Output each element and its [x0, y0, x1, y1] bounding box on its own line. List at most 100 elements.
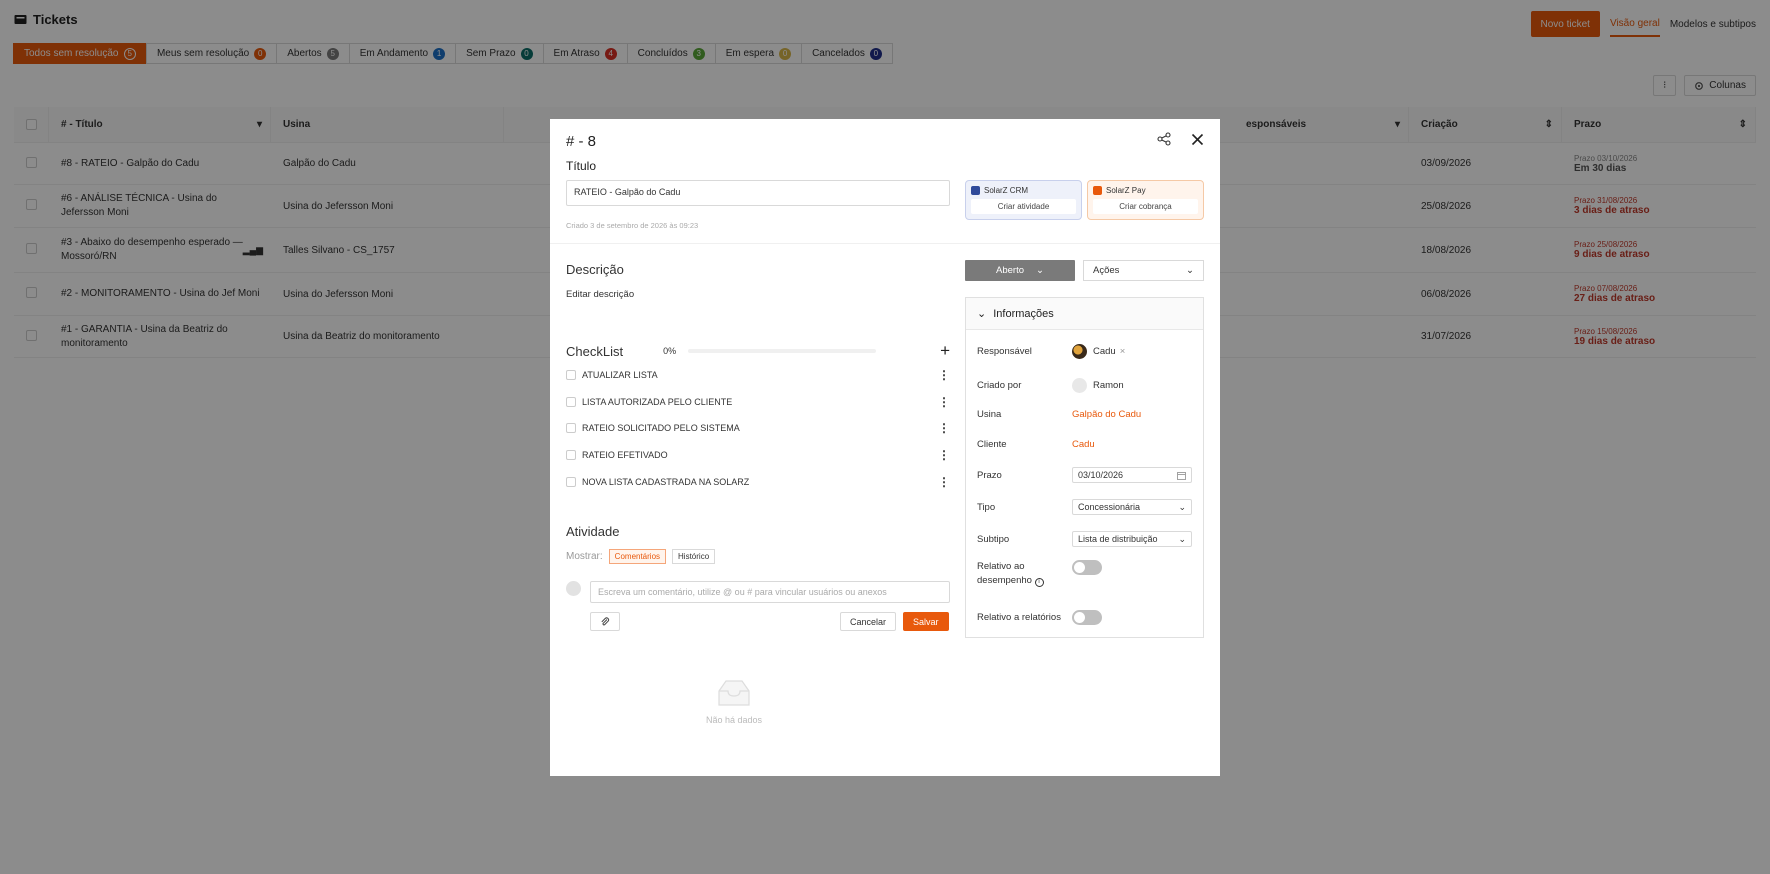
- remove-responsavel-icon[interactable]: ×: [1120, 346, 1126, 357]
- kebab-menu-icon[interactable]: ⋮: [938, 395, 950, 409]
- checklist-item: NOVA LISTA CADASTRADA NA SOLARZ ⋮: [566, 475, 950, 489]
- chevron-down-icon: ⌄: [1178, 501, 1186, 512]
- checklist-progress-bar: [688, 349, 877, 353]
- checklist-item: LISTA AUTORIZADA PELO CLIENTE ⋮: [566, 395, 950, 409]
- info-row-usina: Usina Galpão do Cadu: [977, 409, 1195, 420]
- tipo-label: Tipo: [977, 501, 996, 513]
- kebab-menu-icon[interactable]: ⋮: [938, 475, 950, 489]
- checklist-item-label: RATEIO SOLICITADO PELO SISTEMA: [582, 423, 740, 433]
- cliente-link[interactable]: Cadu: [1072, 439, 1095, 450]
- empty-text: Não há dados: [705, 715, 763, 725]
- checklist-percent: 0%: [663, 346, 677, 356]
- relativo-desempenho-label-line1: Relativo ao: [977, 561, 1025, 572]
- subtipo-label: Subtipo: [977, 533, 1010, 545]
- modal-title: # - 8: [566, 133, 597, 150]
- info-row-prazo: Prazo 03/10/2026: [977, 467, 1195, 483]
- checklist-item-label: LISTA AUTORIZADA PELO CLIENTE: [582, 397, 733, 407]
- subtipo-value: Lista de distribuição: [1078, 534, 1158, 544]
- checklist-header: CheckList 0% +: [566, 341, 950, 361]
- tipo-select[interactable]: Concessionária ⌄: [1072, 499, 1192, 515]
- descricao-label: Descrição: [566, 262, 624, 277]
- empty-inbox-icon: [715, 679, 753, 707]
- acoes-select[interactable]: Ações ⌄: [1083, 260, 1204, 281]
- solarz-crm-label: SolarZ CRM: [984, 186, 1029, 195]
- relativo-desempenho-label: Relativo ao desempenho i: [977, 560, 1072, 588]
- cliente-label: Cliente: [977, 439, 1007, 450]
- prazo-value: 03/10/2026: [1078, 470, 1124, 480]
- info-row-responsavel: Responsável Cadu ×: [977, 344, 1195, 359]
- solarz-pay-name: SolarZ Pay: [1093, 186, 1198, 195]
- info-panel-header[interactable]: ⌄ Informações: [966, 298, 1203, 330]
- titulo-label: Título: [566, 159, 597, 173]
- atividade-label: Atividade: [566, 524, 620, 539]
- mostrar-label: Mostrar:: [566, 551, 603, 562]
- checklist-item: ATUALIZAR LISTA ⋮: [566, 368, 950, 382]
- cancel-button[interactable]: Cancelar: [840, 612, 897, 631]
- subtipo-select[interactable]: Lista de distribuição ⌄: [1072, 531, 1192, 547]
- kebab-menu-icon[interactable]: ⋮: [938, 421, 950, 435]
- kebab-menu-icon[interactable]: ⋮: [938, 368, 950, 382]
- checklist-checkbox[interactable]: [566, 450, 576, 460]
- info-row-criado-por: Criado por Ramon: [977, 378, 1195, 393]
- info-icon[interactable]: i: [1034, 578, 1044, 587]
- save-button[interactable]: Salvar: [903, 612, 949, 631]
- attach-button[interactable]: [590, 612, 620, 631]
- avatar: [1072, 378, 1087, 393]
- avatar: [566, 581, 581, 596]
- solarz-crm-icon: [971, 186, 980, 195]
- kebab-menu-icon[interactable]: ⋮: [938, 448, 950, 462]
- checklist-checkbox[interactable]: [566, 370, 576, 380]
- criado-por-label: Criado por: [977, 380, 1022, 391]
- info-panel: ⌄ Informações Responsável Cadu × Criado …: [965, 297, 1204, 638]
- info-row-subtipo: Subtipo Lista de distribuição ⌄: [977, 531, 1195, 547]
- relativo-desempenho-toggle[interactable]: [1072, 560, 1102, 575]
- acoes-label: Ações: [1093, 265, 1120, 276]
- checklist-label: CheckList: [566, 343, 624, 359]
- status-value: Aberto: [996, 265, 1025, 276]
- checklist-item-label: RATEIO EFETIVADO: [582, 450, 668, 460]
- checklist-item-label: NOVA LISTA CADASTRADA NA SOLARZ: [582, 477, 750, 487]
- info-panel-title: Informações: [993, 307, 1054, 320]
- titulo-input[interactable]: RATEIO - Galpão do Cadu: [566, 180, 950, 206]
- prazo-date-picker[interactable]: 03/10/2026: [1072, 467, 1192, 483]
- criar-atividade-button[interactable]: Criar atividade: [971, 199, 1076, 214]
- info-row-relativo-desempenho: Relativo ao desempenho i: [977, 560, 1195, 588]
- add-checklist-item-icon[interactable]: +: [940, 341, 950, 361]
- solarz-crm-name: SolarZ CRM: [971, 186, 1076, 195]
- chevron-down-icon: ⌄: [977, 308, 987, 320]
- chip-comentarios[interactable]: Comentários: [608, 549, 667, 564]
- chip-historico[interactable]: Histórico: [672, 549, 716, 564]
- avatar: [1072, 344, 1087, 359]
- criar-cobranca-button[interactable]: Criar cobrança: [1093, 199, 1198, 214]
- checklist-checkbox[interactable]: [566, 423, 576, 433]
- criado-por-value: Ramon: [1093, 380, 1124, 391]
- close-icon[interactable]: [1191, 133, 1204, 146]
- info-row-relativo-relatorios: Relativo a relatórios: [977, 610, 1195, 625]
- status-select[interactable]: Aberto ⌄: [965, 260, 1075, 281]
- solarz-pay-label: SolarZ Pay: [1106, 186, 1146, 195]
- solarz-pay-card: SolarZ Pay Criar cobrança: [1087, 180, 1204, 220]
- checklist-item: RATEIO EFETIVADO ⋮: [566, 448, 950, 462]
- tipo-value: Concessionária: [1078, 502, 1141, 512]
- usina-link[interactable]: Galpão do Cadu: [1072, 409, 1141, 420]
- editar-descricao-link[interactable]: Editar descrição: [566, 289, 634, 300]
- solarz-crm-card: SolarZ CRM Criar atividade: [965, 180, 1082, 220]
- relativo-relatorios-toggle[interactable]: [1072, 610, 1102, 625]
- comment-input[interactable]: Escreva um comentário, utilize @ ou # pa…: [590, 581, 950, 603]
- mostrar-filter: Mostrar: Comentários Histórico: [566, 549, 716, 564]
- usina-label: Usina: [977, 409, 1002, 420]
- checklist-item-label: ATUALIZAR LISTA: [582, 370, 658, 380]
- prazo-label: Prazo: [977, 469, 1002, 481]
- calendar-icon: [1177, 471, 1186, 480]
- checklist-checkbox[interactable]: [566, 477, 576, 487]
- chevron-down-icon: ⌄: [1178, 533, 1186, 544]
- share-icon[interactable]: [1157, 132, 1171, 146]
- checklist-item: RATEIO SOLICITADO PELO SISTEMA ⋮: [566, 421, 950, 435]
- info-row-tipo: Tipo Concessionária ⌄: [977, 499, 1195, 515]
- info-row-cliente: Cliente Cadu: [977, 439, 1195, 450]
- divider: [550, 243, 1220, 244]
- relativo-desempenho-label-line2: desempenho: [977, 575, 1032, 586]
- checklist-checkbox[interactable]: [566, 397, 576, 407]
- responsavel-value: Cadu: [1093, 346, 1116, 357]
- chevron-down-icon: ⌄: [1186, 265, 1194, 276]
